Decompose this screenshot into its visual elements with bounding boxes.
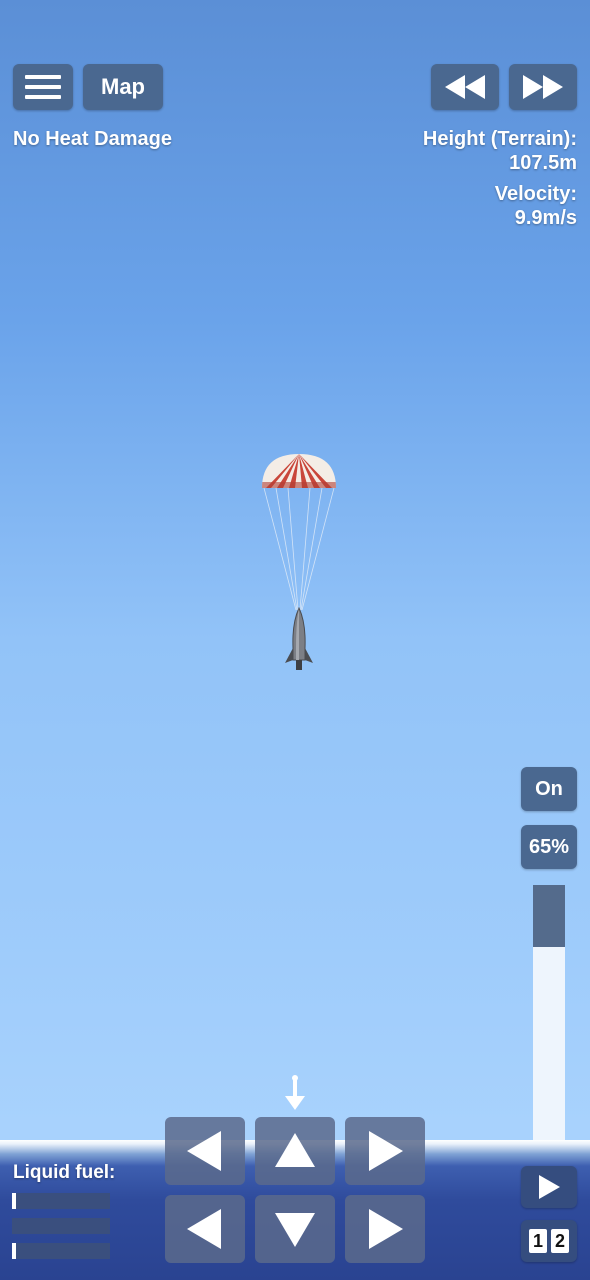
rewind-icon: [445, 75, 485, 99]
rotate-right-button[interactable]: [345, 1117, 425, 1185]
fuel-label: Liquid fuel:: [13, 1162, 116, 1183]
direction-arrow-icon: [285, 1075, 305, 1110]
fuel-bar-fill: [12, 1193, 16, 1209]
height-value: 107.5m: [509, 152, 577, 174]
map-button[interactable]: Map: [83, 64, 163, 110]
arrow-down-icon: [275, 1213, 315, 1247]
move-right-button[interactable]: [345, 1195, 425, 1263]
arrow-right-icon: [369, 1131, 403, 1171]
arrow-right-icon: [369, 1209, 403, 1249]
fast-forward-button[interactable]: [509, 64, 577, 110]
velocity-value: 9.9m/s: [514, 207, 577, 229]
menu-button[interactable]: [13, 64, 73, 110]
throttle-slider-empty: [533, 885, 565, 947]
height-label: Height (Terrain):: [422, 128, 577, 150]
arrow-left-icon: [187, 1131, 221, 1171]
stage-digit-1: 1: [529, 1229, 547, 1253]
stage-play-button[interactable]: [521, 1166, 577, 1208]
throttle-toggle-label: On: [535, 777, 563, 800]
map-button-label: Map: [101, 74, 145, 99]
fuel-bar-fill: [12, 1243, 16, 1259]
arrow-left-icon: [187, 1209, 221, 1249]
parachute: [262, 454, 336, 611]
throttle-up-button[interactable]: [255, 1117, 335, 1185]
rocket-with-parachute: [262, 454, 336, 670]
fuel-bar: [12, 1193, 110, 1209]
throttle-slider[interactable]: [533, 885, 565, 1145]
hamburger-menu-icon: [25, 75, 61, 99]
fuel-bar: [12, 1243, 110, 1259]
throttle-toggle-button[interactable]: On: [521, 767, 577, 811]
throttle-down-button[interactable]: [255, 1195, 335, 1263]
rewind-button[interactable]: [431, 64, 499, 110]
throttle-percent-label: 65%: [528, 835, 570, 858]
rocket: [285, 606, 313, 670]
move-left-button[interactable]: [165, 1195, 245, 1263]
velocity-label: Velocity:: [494, 183, 577, 205]
play-icon: [539, 1175, 560, 1199]
rotate-left-button[interactable]: [165, 1117, 245, 1185]
stage-selector-button[interactable]: 1 2: [521, 1220, 577, 1262]
throttle-percent-badge: 65%: [521, 825, 577, 869]
stage-digit-2: 2: [551, 1229, 569, 1253]
arrow-up-icon: [275, 1133, 315, 1167]
fast-forward-icon: [523, 75, 563, 99]
heat-status: No Heat Damage: [13, 128, 172, 150]
fuel-bar: [12, 1218, 110, 1234]
